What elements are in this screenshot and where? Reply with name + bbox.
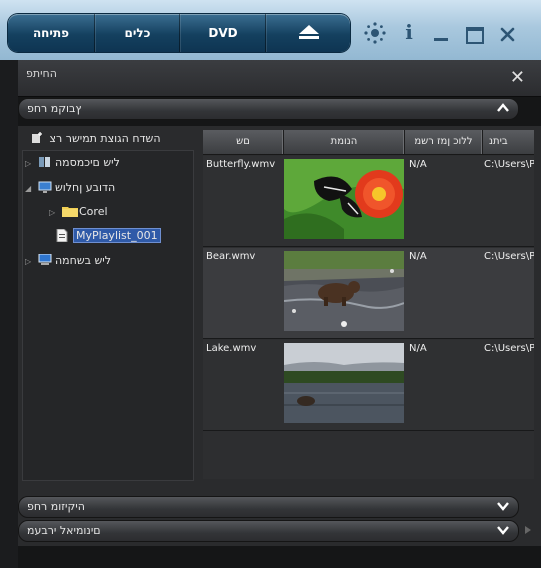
- tree-item-corel[interactable]: ▷ Corel: [49, 203, 108, 221]
- tree-item-myplaylist[interactable]: MyPlaylist_001: [53, 227, 161, 245]
- import-window: החיתפ ✕ ץבוקמ רחפ השדח הגוצת תמישר רצ ▷ ל…: [18, 60, 541, 568]
- file-duration: N/A: [409, 159, 427, 170]
- media-library-panel: השדח הגוצת תמישר רצ ▷ ליש םיכמסמה ◢ הדובע …: [18, 126, 541, 546]
- expand-arrow-icon: ▷: [25, 257, 32, 266]
- tools-button[interactable]: כלים: [94, 14, 180, 52]
- new-playlist-button[interactable]: השדח הגוצת תמישר רצ: [28, 132, 161, 145]
- list-header: םש הנומת ללוכ ןמז רשמ ביתנ: [203, 130, 534, 155]
- bear-thumbnail: [284, 251, 404, 331]
- minimize-icon[interactable]: [434, 38, 448, 41]
- tree-item-label: הדובע ןחלוש: [55, 181, 116, 194]
- tree-item-label: ליש םיכמסמה: [55, 156, 120, 169]
- file-path: C:\Users\P: [484, 251, 534, 262]
- top-toolbar: פתיחה כלים DVD i: [0, 0, 541, 60]
- butterfly-thumbnail: [284, 159, 404, 239]
- maximize-icon[interactable]: [466, 27, 484, 44]
- music-library-label: היקיזומ רחפ: [27, 500, 85, 513]
- scroll-right-icon[interactable]: [525, 526, 531, 534]
- file-name: Bear.wmv: [206, 251, 256, 262]
- chevron-down-icon[interactable]: [496, 523, 510, 537]
- file-name: Lake.wmv: [206, 343, 257, 354]
- new-playlist-label: השדח הגוצת תמישר רצ: [49, 132, 161, 145]
- list-row[interactable]: Lake.wmv N/A C:\Users\P: [203, 340, 534, 431]
- file-name: Butterfly.wmv: [206, 159, 276, 170]
- chevron-up-icon[interactable]: [496, 101, 510, 115]
- media-library-label: ץבוקמ רחפ: [27, 102, 82, 115]
- file-path: C:\Users\P: [484, 343, 534, 354]
- close-icon[interactable]: [500, 27, 515, 42]
- folder-icon: [62, 205, 78, 217]
- eject-icon: [298, 25, 319, 34]
- window-close-icon[interactable]: ✕: [510, 69, 525, 87]
- media-file-list: םש הנומת ללוכ ןמז רשמ ביתנ Butterfly.wmv: [203, 130, 534, 479]
- folder-tree: ▷ ליש םיכמסמה ◢ הדובע ןחלוש ▷ Corel MyPlayl…: [22, 150, 194, 481]
- column-duration[interactable]: ללוכ ןמז רשמ: [405, 130, 483, 154]
- music-library-header[interactable]: היקיזומ רחפ: [18, 496, 519, 518]
- window-titlebar: החיתפ ✕: [18, 60, 541, 97]
- documents-icon: [38, 156, 52, 168]
- column-thumbnail[interactable]: הנומת: [284, 130, 405, 154]
- file-duration: N/A: [409, 343, 427, 354]
- desktop-icon: [38, 181, 52, 193]
- column-path[interactable]: ביתנ: [483, 130, 534, 154]
- expand-arrow-icon: ▷: [25, 159, 32, 168]
- file-path: C:\Users\P: [484, 159, 534, 170]
- computer-icon: [38, 253, 52, 266]
- tree-item-label: Corel: [79, 205, 108, 218]
- tree-item-computer[interactable]: ▷ ליש בשחמה: [25, 252, 111, 270]
- list-row[interactable]: Bear.wmv N/A C:\Users\P: [203, 248, 534, 339]
- transition-library-header[interactable]: םינומיאל ירבעמ: [18, 520, 519, 542]
- eject-button[interactable]: [265, 14, 350, 52]
- tree-item-documents[interactable]: ▷ ליש םיכמסמה: [25, 154, 120, 172]
- settings-icon[interactable]: [364, 22, 386, 44]
- column-name[interactable]: םש: [203, 130, 284, 154]
- tree-item-label: MyPlaylist_001: [73, 228, 161, 243]
- transition-library-label: םינומיאל ירבעמ: [27, 524, 101, 537]
- media-library-header[interactable]: ץבוקמ רחפ: [18, 98, 519, 120]
- tree-item-label: ליש בשחמה: [55, 254, 111, 267]
- collapse-arrow-icon: ◢: [25, 184, 32, 193]
- lake-thumbnail: [284, 343, 404, 423]
- chevron-down-icon[interactable]: [496, 499, 510, 513]
- new-playlist-icon: [31, 132, 43, 144]
- list-row[interactable]: Butterfly.wmv N/A C:\Users\P: [203, 156, 534, 247]
- expand-arrow-icon: ▷: [49, 208, 56, 217]
- window-title: החיתפ: [26, 67, 57, 80]
- dvd-button[interactable]: DVD: [179, 14, 266, 52]
- tree-item-desktop[interactable]: ◢ הדובע ןחלוש: [25, 179, 115, 197]
- main-button-group: פתיחה כלים DVD: [8, 14, 350, 52]
- info-icon[interactable]: i: [398, 22, 420, 42]
- playlist-file-icon: [56, 228, 70, 243]
- open-button[interactable]: פתיחה: [8, 14, 94, 52]
- file-duration: N/A: [409, 251, 427, 262]
